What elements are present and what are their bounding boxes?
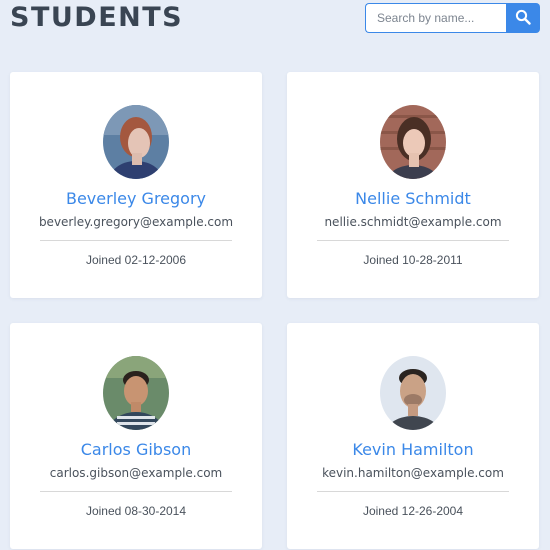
student-card[interactable]: Carlos Gibson carlos.gibson@example.com …: [10, 323, 262, 549]
student-name[interactable]: Nellie Schmidt: [287, 189, 539, 208]
search-bar: [365, 3, 540, 33]
student-card[interactable]: Beverley Gregory beverley.gregory@exampl…: [10, 72, 262, 298]
divider: [40, 491, 232, 492]
joined-date: Joined 08-30-2014: [85, 504, 187, 518]
student-email: kevin.hamilton@example.com: [322, 466, 504, 480]
search-button[interactable]: [506, 3, 540, 33]
joined-date: Joined 12-26-2004: [362, 504, 464, 518]
student-name[interactable]: Beverley Gregory: [10, 189, 262, 208]
joined-date: Joined 10-28-2011: [363, 253, 463, 267]
divider: [317, 491, 509, 492]
student-card[interactable]: Nellie Schmidt nellie.schmidt@example.co…: [287, 72, 539, 298]
joined-date: Joined 02-12-2006: [85, 253, 187, 267]
student-name[interactable]: Kevin Hamilton: [287, 440, 539, 459]
avatar: [380, 356, 446, 430]
divider: [317, 240, 509, 241]
avatar: [103, 105, 169, 179]
student-email: beverley.gregory@example.com: [38, 215, 234, 229]
student-email: nellie.schmidt@example.com: [324, 215, 502, 229]
student-name[interactable]: Carlos Gibson: [10, 440, 262, 459]
divider: [40, 240, 232, 241]
page-title: STUDENTS: [10, 2, 184, 33]
avatar: [103, 356, 169, 430]
search-icon: [515, 9, 531, 28]
student-email: carlos.gibson@example.com: [49, 466, 223, 480]
search-input[interactable]: [365, 3, 506, 33]
student-card[interactable]: Kevin Hamilton kevin.hamilton@example.co…: [287, 323, 539, 549]
avatar: [380, 105, 446, 179]
